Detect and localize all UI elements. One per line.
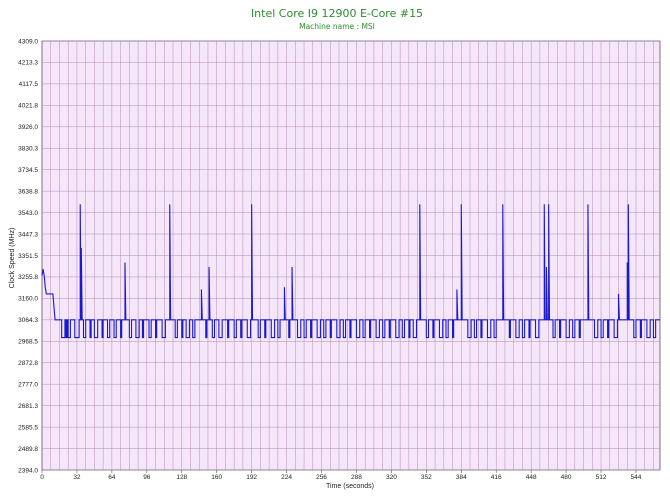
y-tick-label: 3926.0	[18, 124, 38, 131]
y-tick-label: 2681.3	[18, 403, 38, 410]
x-axis-label: Time (seconds)	[326, 483, 374, 490]
x-tick-label: 448	[526, 474, 537, 481]
chart-subtitle: Machine name : MSI	[299, 22, 375, 31]
grid	[42, 40, 660, 471]
y-axis-label: Clock Speed (MHz)	[9, 228, 16, 289]
x-tick-label: 128	[176, 474, 187, 481]
y-tick-label: 3351.5	[18, 253, 38, 260]
y-tick-label: 3064.3	[18, 317, 38, 324]
x-tick-label: 224	[281, 474, 292, 481]
x-tick-label: 480	[561, 474, 572, 481]
y-tick-label: 3638.8	[18, 188, 38, 195]
x-tick-label: 352	[421, 474, 432, 481]
x-tick-label: 544	[631, 474, 642, 481]
y-tick-label: 4213.3	[18, 60, 38, 67]
x-tick-label: 64	[108, 474, 116, 481]
y-tick-label: 3447.3	[18, 231, 38, 238]
y-tick-label: 3734.5	[18, 167, 38, 174]
y-tick-label: 3160.0	[18, 296, 38, 303]
y-tick-label: 2872.8	[18, 360, 38, 367]
y-tick-label: 4117.5	[19, 81, 39, 88]
y-tick-label: 2489.8	[18, 446, 38, 453]
x-tick-label: 256	[316, 474, 327, 481]
y-tick-label: 2777.0	[18, 382, 38, 389]
clock-speed-chart: Intel Core I9 12900 E-Core #15 Machine n…	[9, 7, 661, 490]
y-tick-label: 2585.5	[18, 424, 38, 431]
y-tick-label: 4021.8	[18, 103, 38, 110]
x-tick-label: 96	[143, 474, 151, 481]
y-tick-label: 3543.0	[18, 210, 38, 217]
y-tick-label: 4309.0	[18, 38, 38, 45]
x-tick-label: 288	[351, 474, 362, 481]
x-tick-label: 0	[40, 474, 44, 481]
x-tick-label: 160	[211, 474, 222, 481]
y-tick-label: 3255.8	[18, 274, 38, 281]
y-tick-label: 2968.5	[18, 339, 38, 346]
x-tick-label: 32	[73, 474, 81, 481]
x-tick-label: 192	[246, 474, 257, 481]
x-tick-label: 384	[456, 474, 467, 481]
x-tick-label: 416	[491, 474, 502, 481]
chart-title: Intel Core I9 12900 E-Core #15	[251, 7, 423, 20]
x-tick-label: 320	[386, 474, 397, 481]
y-tick-label: 2394.0	[18, 467, 38, 474]
x-tick-label: 512	[596, 474, 607, 481]
y-tick-label: 3830.3	[18, 146, 38, 153]
